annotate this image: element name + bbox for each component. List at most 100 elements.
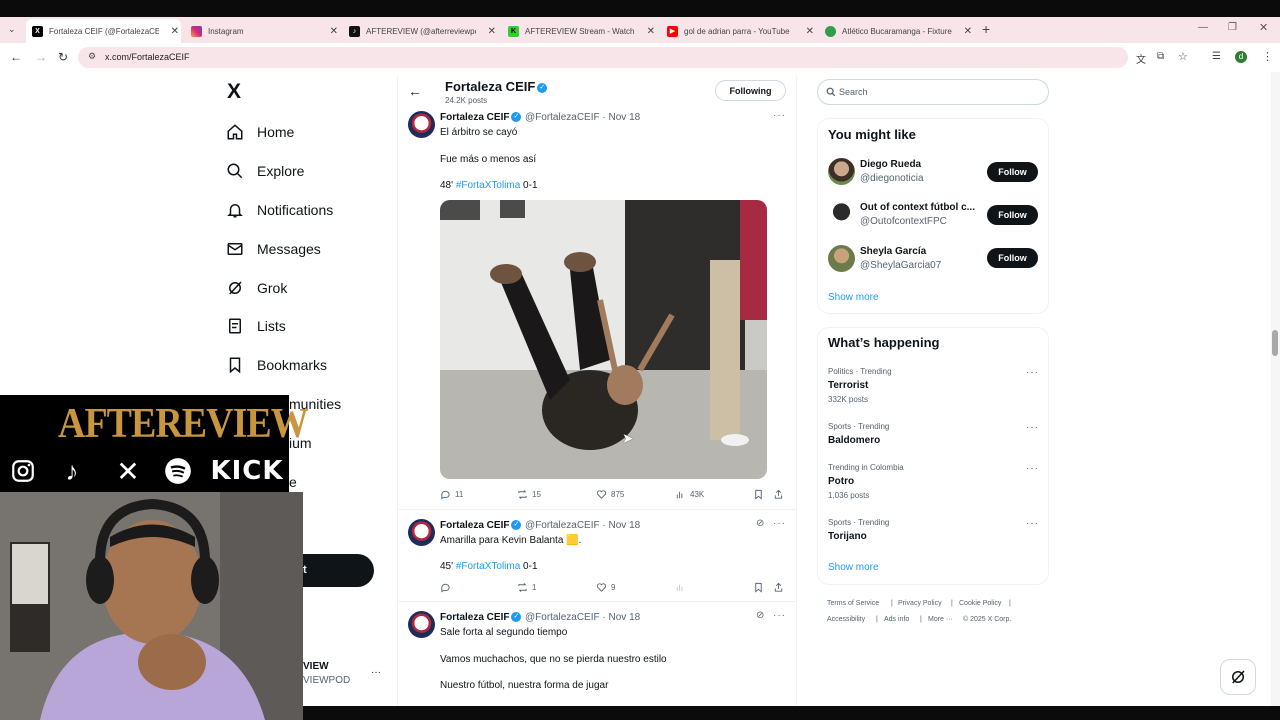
reply-button[interactable]: 11 (440, 489, 463, 500)
bookmark-button[interactable] (753, 489, 768, 500)
suggestion-name[interactable]: Out of context fútbol c... (860, 202, 975, 213)
follow-button[interactable]: Follow (987, 205, 1038, 225)
url-field[interactable] (78, 47, 1128, 68)
grok-float-button[interactable] (1220, 659, 1256, 695)
back-arrow-icon[interactable]: ← (408, 83, 422, 99)
share-button[interactable] (773, 489, 788, 500)
avatar[interactable] (828, 245, 855, 272)
follow-button[interactable]: Follow (987, 162, 1038, 182)
nav-home[interactable]: Home (226, 120, 294, 144)
tab-instagram[interactable]: Instagram ✕ (185, 19, 340, 43)
footer-ads-info[interactable]: Ads info (884, 616, 909, 623)
account-menu-icon[interactable]: ··· (371, 667, 381, 678)
close-tab-icon[interactable]: ✕ (171, 26, 179, 37)
views-button[interactable] (675, 582, 690, 593)
suggestion-name[interactable]: Diego Rueda (860, 159, 921, 170)
tiktok-icon: ♪ (65, 455, 79, 486)
footer-more[interactable]: More ··· (928, 616, 953, 623)
close-tab-icon[interactable]: ✕ (964, 26, 972, 37)
trend-name[interactable]: Potro (828, 476, 854, 487)
forward-icon[interactable]: → (35, 50, 47, 64)
reply-button[interactable] (440, 582, 455, 593)
nav-more-label[interactable]: e (289, 474, 297, 490)
tweet-author[interactable]: Fortaleza CEIF ✓ (440, 112, 522, 123)
nav-bookmarks[interactable]: Bookmarks (226, 353, 327, 377)
scrollbar-thumb[interactable] (1272, 330, 1278, 356)
trend-more-icon[interactable]: ··· (1026, 422, 1039, 433)
nav-explore[interactable]: Explore (226, 159, 304, 183)
trend-more-icon[interactable]: ··· (1026, 518, 1039, 529)
tweet-handle[interactable]: @FortalezaCEIF · Nov 18 (525, 520, 640, 531)
minimize-icon[interactable]: — (1198, 22, 1208, 33)
show-more-link[interactable]: Show more (828, 292, 879, 303)
bookmark-star-icon[interactable]: ☆ (1178, 50, 1188, 63)
nav-grok[interactable]: Grok (226, 276, 287, 300)
show-more-link[interactable]: Show more (828, 562, 879, 573)
footer-accessibility[interactable]: Accessibility (827, 616, 865, 623)
views-button[interactable]: 43K (675, 489, 704, 500)
grok-explain-icon[interactable]: ⊘ (756, 518, 764, 529)
install-icon[interactable]: ⧉ (1157, 51, 1164, 62)
new-tab-icon[interactable]: + (982, 21, 990, 37)
instagram-favicon-icon (191, 25, 202, 37)
close-tab-icon[interactable]: ✕ (330, 26, 338, 37)
trend-more-icon[interactable]: ··· (1026, 463, 1039, 474)
page-scrollbar[interactable] (1271, 72, 1280, 706)
tweet-more-icon[interactable]: ··· (773, 518, 786, 529)
tab-fortaleza[interactable]: X Fortaleza CEIF (@FortalezaCEIF ✕ (26, 19, 181, 43)
tab-tiktok[interactable]: ♪ AFTEREVIEW (@afterreviewpod) ✕ (343, 19, 498, 43)
footer-privacy[interactable]: Privacy Policy (898, 600, 942, 607)
translate-icon[interactable]: 文 (1136, 51, 1146, 66)
footer-terms[interactable]: Terms of Service (827, 600, 879, 607)
tab-search-icon[interactable]: ⌄ (8, 24, 16, 35)
tweet-more-icon[interactable]: ··· (773, 610, 786, 621)
profile-avatar[interactable]: d (1235, 51, 1247, 63)
tab-bucaramanga[interactable]: Atlético Bucaramanga - Fixture ✕ (819, 19, 974, 43)
x-logo-icon[interactable]: X (227, 80, 241, 104)
avatar[interactable] (828, 201, 855, 228)
close-tab-icon[interactable]: ✕ (647, 26, 655, 37)
nav-messages[interactable]: Messages (226, 237, 321, 261)
close-tab-icon[interactable]: ✕ (806, 26, 814, 37)
suggestion-name[interactable]: Sheyla García (860, 246, 926, 257)
tweet-more-icon[interactable]: ··· (773, 110, 786, 121)
like-button[interactable]: 9 (596, 582, 615, 593)
nav-notifications[interactable]: Notifications (226, 198, 333, 222)
browser-menu-icon[interactable]: ⋮ (1262, 50, 1273, 63)
follow-button[interactable]: Follow (987, 248, 1038, 268)
close-window-icon[interactable]: ✕ (1259, 21, 1268, 34)
tweet-handle[interactable]: @FortalezaCEIF · Nov 18 (525, 112, 640, 123)
grok-explain-icon[interactable]: ⊘ (756, 610, 764, 621)
tweet-author[interactable]: Fortaleza CEIF ✓ (440, 520, 522, 531)
trend-name[interactable]: Baldomero (828, 435, 880, 446)
tab-kick[interactable]: K AFTEREVIEW Stream - Watch Li ✕ (502, 19, 657, 43)
tweet-author[interactable]: Fortaleza CEIF ✓ (440, 612, 522, 623)
trend-name[interactable]: Terrorist (828, 380, 868, 391)
avatar[interactable] (408, 519, 435, 546)
trend-more-icon[interactable]: ··· (1026, 367, 1039, 378)
repost-button[interactable]: 1 (517, 582, 536, 593)
trend-name[interactable]: Torijano (828, 531, 867, 542)
nav-lists[interactable]: Lists (226, 314, 286, 338)
hashtag-link[interactable]: #FortaXTolima (456, 561, 520, 572)
close-tab-icon[interactable]: ✕ (488, 26, 496, 37)
avatar[interactable] (828, 158, 855, 185)
reload-icon[interactable]: ↻ (58, 50, 68, 64)
avatar[interactable] (408, 611, 435, 638)
bookmark-button[interactable] (753, 582, 768, 593)
following-button[interactable]: Following (715, 80, 786, 101)
tweet-handle[interactable]: @FortalezaCEIF · Nov 18 (525, 612, 640, 623)
hashtag-link[interactable]: #FortaXTolima (456, 180, 520, 191)
footer-cookie[interactable]: Cookie Policy (959, 600, 1001, 607)
back-icon[interactable]: ← (10, 50, 22, 64)
tab-youtube[interactable]: ▶ gol de adrian parra - YouTube ✕ (661, 19, 816, 43)
reading-list-icon[interactable]: ☰ (1212, 51, 1221, 62)
maximize-icon[interactable]: ❐ (1228, 22, 1237, 33)
site-info-icon[interactable]: ⚙ (88, 51, 96, 62)
account-name[interactable]: VIEW (303, 661, 329, 672)
share-button[interactable] (773, 582, 788, 593)
tweet-media-image[interactable] (440, 200, 767, 479)
avatar[interactable] (408, 111, 435, 138)
repost-button[interactable]: 15 (517, 489, 541, 500)
like-button[interactable]: 875 (596, 489, 624, 500)
